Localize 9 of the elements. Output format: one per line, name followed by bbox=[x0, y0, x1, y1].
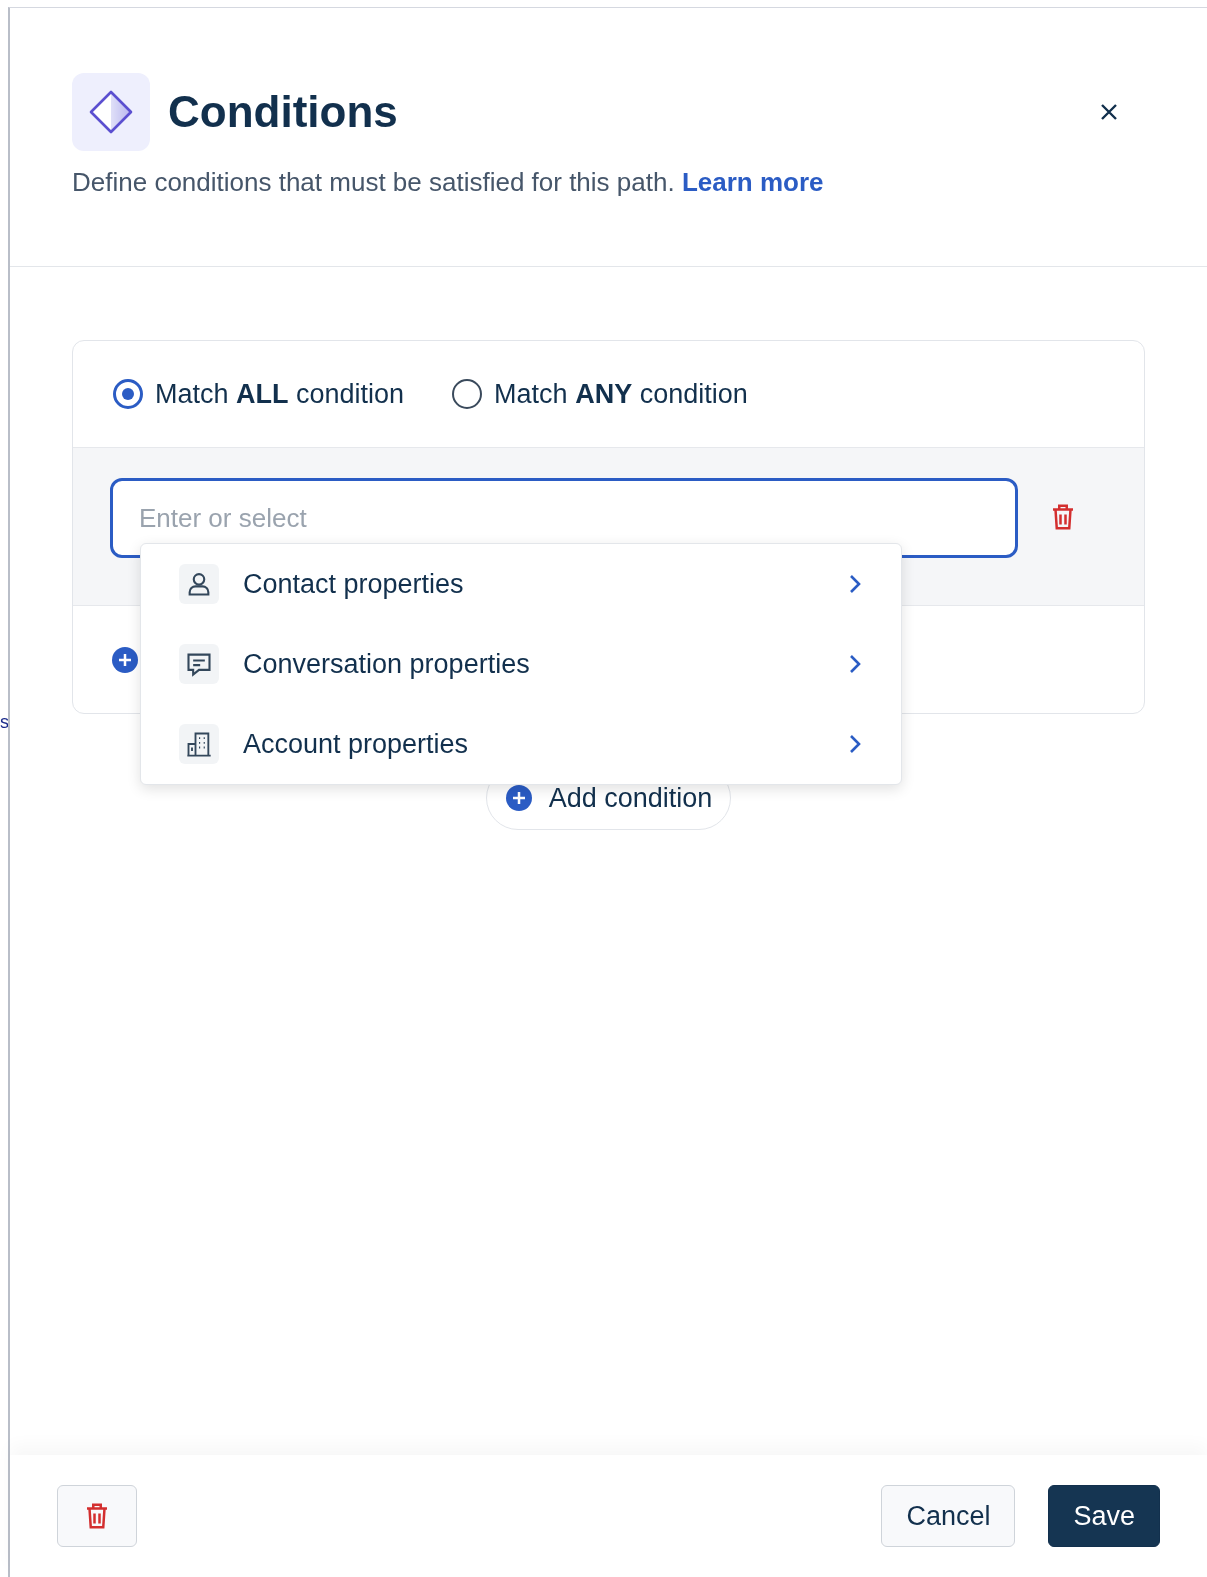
match-radio[interactable]: Match ALL condition bbox=[113, 378, 405, 410]
learn-more-link[interactable]: Learn more bbox=[681, 167, 824, 197]
background-text: s bbox=[0, 712, 9, 733]
match-radio[interactable]: Match ANY condition bbox=[452, 378, 748, 410]
cancel-button[interactable]: Cancel bbox=[881, 1485, 1016, 1547]
save-button[interactable]: Save bbox=[1048, 1485, 1160, 1547]
dialog-description: Define conditions that must be satisfied for this path. Learn more bbox=[72, 167, 825, 198]
dialog-title: Conditions bbox=[168, 87, 399, 137]
dropdown-item[interactable]: Conversation properties bbox=[141, 624, 901, 704]
